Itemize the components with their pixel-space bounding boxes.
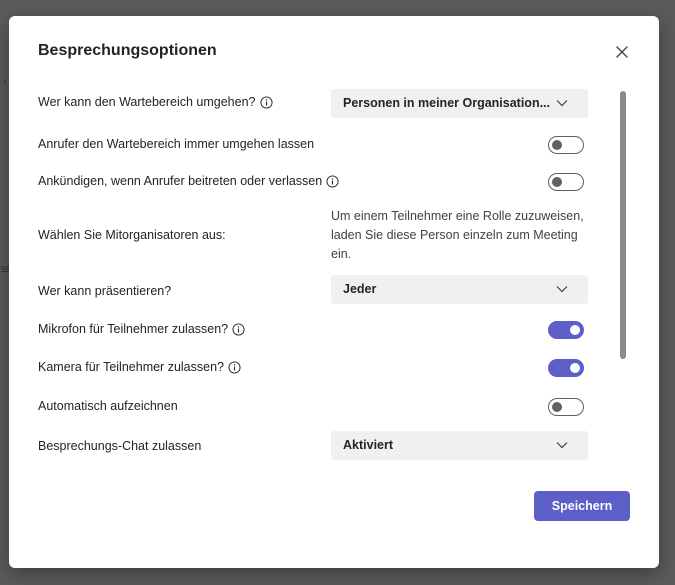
announce-callers-label: Ankündigen, wenn Anrufer beitreten oder … <box>38 174 339 188</box>
callers-bypass-label: Anrufer den Wartebereich immer umgehen l… <box>38 137 315 151</box>
chevron-down-icon <box>556 100 568 107</box>
scrollbar-thumb[interactable] <box>620 91 626 359</box>
save-button[interactable]: Speichern <box>534 491 630 521</box>
info-icon[interactable] <box>232 322 245 336</box>
toggle-knob <box>570 324 580 335</box>
lobby-bypass-label: Wer kann den Wartebereich umgehen? <box>38 95 273 109</box>
auto-record-toggle[interactable] <box>548 398 584 416</box>
meeting-chat-label: Besprechungs-Chat zulassen <box>38 439 202 453</box>
co-organizers-label: Wählen Sie Mitorganisatoren aus: <box>38 228 226 242</box>
info-icon[interactable] <box>259 95 273 109</box>
toggle-knob <box>552 139 562 150</box>
meeting-options-dialog: Besprechungsoptionen Wer kann den Warteb… <box>9 16 659 568</box>
auto-record-label: Automatisch aufzeichnen <box>38 399 178 413</box>
presenters-label: Wer kann präsentieren? <box>38 284 172 298</box>
close-icon[interactable] <box>613 43 631 61</box>
co-organizers-note: Um einem Teilnehmer eine Rolle zuzuweise… <box>331 209 584 261</box>
allow-camera-label: Kamera für Teilnehmer zulassen? <box>38 360 241 374</box>
presenters-dropdown[interactable]: Jeder <box>331 275 588 304</box>
allow-camera-toggle[interactable] <box>548 359 584 377</box>
background-fragment: ‘ <box>3 78 7 92</box>
info-icon[interactable] <box>228 360 241 374</box>
allow-mic-toggle[interactable] <box>548 321 584 339</box>
toggle-knob <box>552 401 562 412</box>
lobby-bypass-dropdown[interactable]: Personen in meiner Organisation... <box>331 89 588 118</box>
toggle-knob <box>570 362 580 373</box>
chevron-down-icon <box>556 286 568 293</box>
dialog-title: Besprechungsoptionen <box>38 42 217 59</box>
toggle-knob <box>552 176 562 187</box>
announce-callers-toggle[interactable] <box>548 173 584 191</box>
chevron-down-icon <box>556 442 568 449</box>
allow-mic-label: Mikrofon für Teilnehmer zulassen? <box>38 322 245 336</box>
meeting-chat-dropdown[interactable]: Aktiviert <box>331 431 588 460</box>
callers-bypass-toggle[interactable] <box>548 136 584 154</box>
info-icon[interactable] <box>326 174 339 188</box>
